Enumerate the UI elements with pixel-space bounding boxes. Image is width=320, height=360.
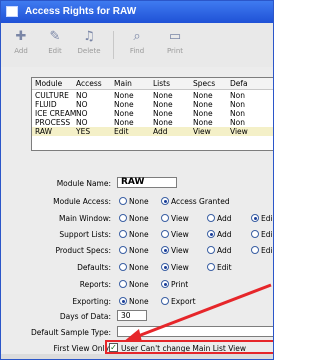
arrow-shaft: [132, 283, 272, 340]
arrow-head: [123, 329, 142, 342]
red-arrow-annotation: [123, 283, 272, 342]
access-rights-window: Access Rights for RAW ✚ Add ✎ Edit ♫ Del…: [0, 0, 274, 360]
window-bottom-edge: [1, 354, 273, 359]
